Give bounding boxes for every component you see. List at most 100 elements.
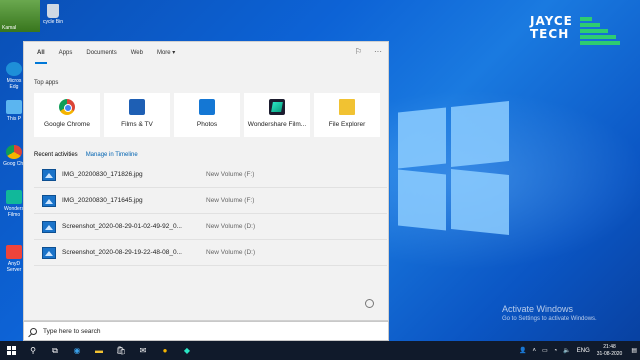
- store-icon: 🛍: [115, 346, 127, 355]
- file-location: New Volume (D:): [206, 223, 256, 230]
- chrome-icon: ●: [162, 346, 168, 355]
- language-indicator[interactable]: ENG: [577, 348, 590, 354]
- file-name: IMG_20200830_171645.jpg: [62, 197, 143, 204]
- computer-icon: [6, 100, 22, 114]
- app-tile-photos[interactable]: Photos: [174, 93, 240, 137]
- recent-activities-list: IMG_20200830_171826.jpg New Volume (F:) …: [34, 162, 387, 266]
- image-file-icon: [42, 220, 56, 233]
- recycle-bin-shortcut[interactable]: cycle Bin: [42, 4, 64, 25]
- clock[interactable]: 21:48 31-08-2020: [597, 344, 623, 358]
- top-apps-title: Top apps: [34, 80, 59, 86]
- file-explorer-icon: [339, 99, 355, 115]
- search-tabs: All Apps Documents Web More ▾ ⚐ ···: [24, 42, 390, 64]
- task-view-button[interactable]: ⧉: [44, 341, 66, 360]
- app-tile-file-explorer[interactable]: File Explorer: [314, 93, 380, 137]
- desktop-icon-label: Goog Chr: [3, 161, 25, 167]
- taskbar-edge[interactable]: ◉: [66, 341, 88, 360]
- search-icon: ⚲: [30, 346, 36, 355]
- recycle-bin-icon: [47, 4, 59, 18]
- anydesk-icon: [6, 245, 22, 259]
- recent-activities-header: Recent activities Manage in Timeline: [34, 152, 138, 158]
- taskbar-search-button[interactable]: ⚲: [22, 341, 44, 360]
- file-name: IMG_20200830_171826.jpg: [62, 171, 143, 178]
- films-tv-icon: [129, 99, 145, 115]
- chevron-up-icon[interactable]: ˄: [532, 348, 536, 354]
- desktop-thumbnail[interactable]: Kamal: [0, 0, 40, 32]
- taskbar-file-explorer[interactable]: ▬: [88, 341, 110, 360]
- app-tile-label: Photos: [196, 121, 218, 128]
- notifications-icon[interactable]: ▤: [631, 347, 637, 354]
- desktop-icon-label: Micros Edg: [6, 78, 22, 90]
- task-view-icon: ⧉: [52, 345, 58, 355]
- brand-line-2: TECH: [530, 27, 570, 41]
- app-tile-label: Films & TV: [121, 121, 153, 128]
- activate-subtitle: Go to Settings to activate Windows.: [502, 316, 597, 322]
- app-tile-chrome[interactable]: Google Chrome: [34, 93, 100, 137]
- activate-windows-watermark: Activate Windows Go to Settings to activ…: [502, 304, 597, 322]
- app-tile-wondershare[interactable]: Wondershare Film...: [244, 93, 310, 137]
- app-tile-label: Google Chrome: [44, 121, 90, 128]
- file-location: New Volume (D:): [206, 249, 256, 256]
- list-item[interactable]: Screenshot_2020-08-29-19-22-48-08_0... N…: [34, 240, 387, 266]
- tab-more[interactable]: More ▾: [150, 42, 182, 64]
- desktop-icon-label: AnyD Server: [6, 261, 22, 273]
- photos-icon: [199, 99, 215, 115]
- clock-date: 31-08-2020: [596, 350, 623, 357]
- windows-logo-wallpaper: [398, 100, 528, 250]
- taskbar: ⚲ ⧉ ◉ ▬ 🛍 ✉ ● ◆ 👤 ˄ ▭ ◔ 🔈 ENG 21:48 31-0…: [0, 341, 640, 360]
- search-panel: All Apps Documents Web More ▾ ⚐ ··· Top …: [23, 41, 389, 321]
- chrome-icon: [59, 99, 75, 115]
- brand-logo-text: JAYCE TECH: [530, 15, 573, 41]
- recycle-bin-label: cycle Bin: [42, 19, 63, 25]
- timeline-icon[interactable]: [365, 299, 374, 308]
- more-options-icon[interactable]: ···: [374, 47, 382, 56]
- activate-title: Activate Windows: [502, 304, 574, 314]
- file-name: Screenshot_2020-08-29-19-22-48-08_0...: [62, 249, 182, 256]
- people-icon[interactable]: 👤: [519, 347, 526, 354]
- taskbar-chrome[interactable]: ●: [154, 341, 176, 360]
- system-tray: 👤 ˄ ▭ ◔ 🔈 ENG 21:48 31-08-2020 ▤: [516, 341, 640, 360]
- desktop-icon-label: This P: [6, 116, 22, 122]
- start-button[interactable]: [0, 341, 22, 360]
- edge-icon: [6, 62, 22, 76]
- windows-start-icon: [6, 346, 16, 355]
- list-item[interactable]: IMG_20200830_171645.jpg New Volume (F:): [34, 188, 387, 214]
- desktop-icon-label: Wonders Filmo: [4, 206, 24, 218]
- tab-apps[interactable]: Apps: [52, 42, 80, 64]
- feedback-icon[interactable]: ⚐: [355, 47, 362, 56]
- image-file-icon: [42, 246, 56, 259]
- filmora-icon: [6, 190, 22, 204]
- edge-icon: ◉: [73, 346, 81, 355]
- network-icon[interactable]: ◔: [554, 348, 558, 354]
- tab-web[interactable]: Web: [124, 42, 150, 64]
- volume-icon[interactable]: 🔈: [563, 347, 570, 354]
- mail-icon: ✉: [139, 346, 147, 355]
- search-icon: [30, 327, 37, 335]
- filmora-icon: ◆: [183, 346, 191, 355]
- file-location: New Volume (F:): [206, 197, 255, 204]
- file-location: New Volume (F:): [206, 171, 255, 178]
- tab-documents[interactable]: Documents: [79, 42, 123, 64]
- taskbar-filmora[interactable]: ◆: [176, 341, 198, 360]
- brand-logo-bars-icon: [580, 17, 620, 45]
- battery-icon[interactable]: ▭: [542, 347, 548, 354]
- image-file-icon: [42, 194, 56, 207]
- search-input[interactable]: Type here to search: [43, 328, 100, 335]
- image-file-icon: [42, 168, 56, 181]
- list-item[interactable]: Screenshot_2020-08-29-01-02-49-92_0... N…: [34, 214, 387, 240]
- app-tile-label: File Explorer: [328, 121, 366, 128]
- file-explorer-icon: ▬: [95, 346, 103, 355]
- top-apps-grid: Google Chrome Films & TV Photos Wondersh…: [34, 93, 380, 137]
- tab-all[interactable]: All: [30, 42, 52, 64]
- app-tile-label: Wondershare Film...: [247, 121, 307, 128]
- app-tile-films-tv[interactable]: Films & TV: [104, 93, 170, 137]
- taskbar-store[interactable]: 🛍: [110, 341, 132, 360]
- taskbar-search-box[interactable]: Type here to search: [23, 321, 389, 341]
- manage-timeline-link[interactable]: Manage in Timeline: [86, 152, 138, 158]
- taskbar-mail[interactable]: ✉: [132, 341, 154, 360]
- file-name: Screenshot_2020-08-29-01-02-49-92_0...: [62, 223, 182, 230]
- desktop-thumbnail-label: Kamal: [2, 25, 17, 31]
- wondershare-filmora-icon: [269, 99, 285, 115]
- list-item[interactable]: IMG_20200830_171826.jpg New Volume (F:): [34, 162, 387, 188]
- recent-activities-title: Recent activities: [34, 152, 78, 158]
